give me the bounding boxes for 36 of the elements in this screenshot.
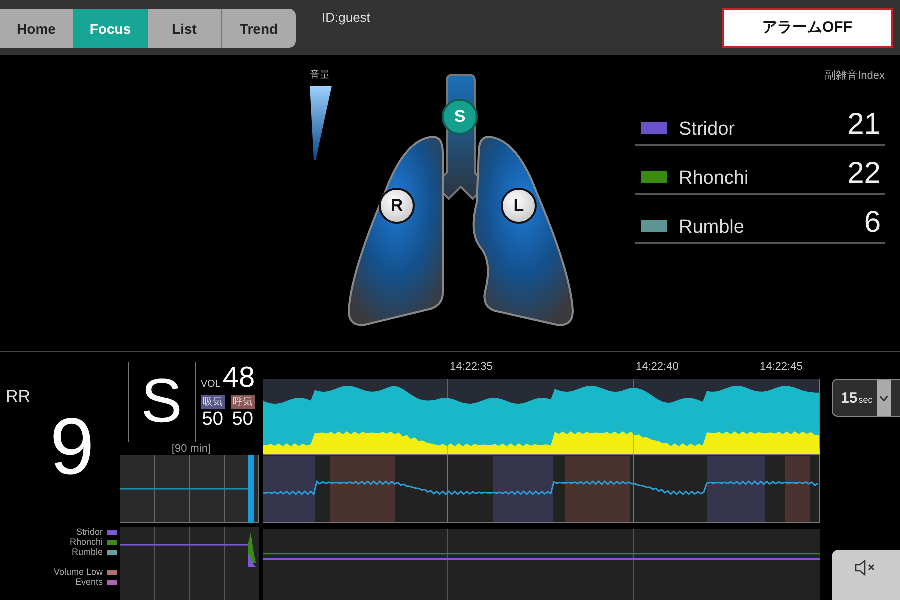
volume-label: 音量 [310,68,331,82]
phase-value: 50 [202,409,224,431]
rr-label: RR [6,387,31,407]
index-name: Rumble [679,217,744,239]
phase-badge: 吸気 [200,395,225,409]
tab[interactable]: Home [0,9,74,48]
volume-value: 48 [222,362,256,395]
mute-button[interactable] [832,550,900,600]
user-id: ID:guest [322,10,370,25]
volume-label: VOL [200,379,221,390]
index-value: 21 [848,108,881,142]
index-title: 副雑音Index [824,68,885,83]
tab[interactable]: List [148,9,222,48]
index-value: 22 [848,157,881,191]
time-label: 14:22:45 [760,361,803,373]
alarm-button[interactable]: アラームOFF [722,8,893,48]
sound-source-value: S [128,362,196,442]
trend-range-label: [90 min] [172,443,212,455]
index-value: 6 [864,206,881,240]
legend-label: Volume Low [54,567,103,577]
phase-badge: 呼気 [230,395,255,409]
time-window-dropdown[interactable]: 15sec [832,379,900,417]
index-name: Rhonchi [679,168,749,190]
phase-value: 50 [232,409,254,431]
index-name: Stridor [679,119,735,141]
legend-label: Rhonchi [70,537,103,547]
time-label: 14:22:40 [636,361,679,373]
legend-label: Rumble [72,547,103,557]
speaker-muted-icon [855,560,877,576]
volume-wedge-icon [310,86,332,160]
legend-label: Stridor [76,527,103,537]
rr-value: 9 [50,407,94,487]
legend-label: Events [75,577,103,587]
time-label: 14:22:35 [450,361,493,373]
caret-icon [880,396,888,400]
tab[interactable]: Trend [222,9,296,48]
